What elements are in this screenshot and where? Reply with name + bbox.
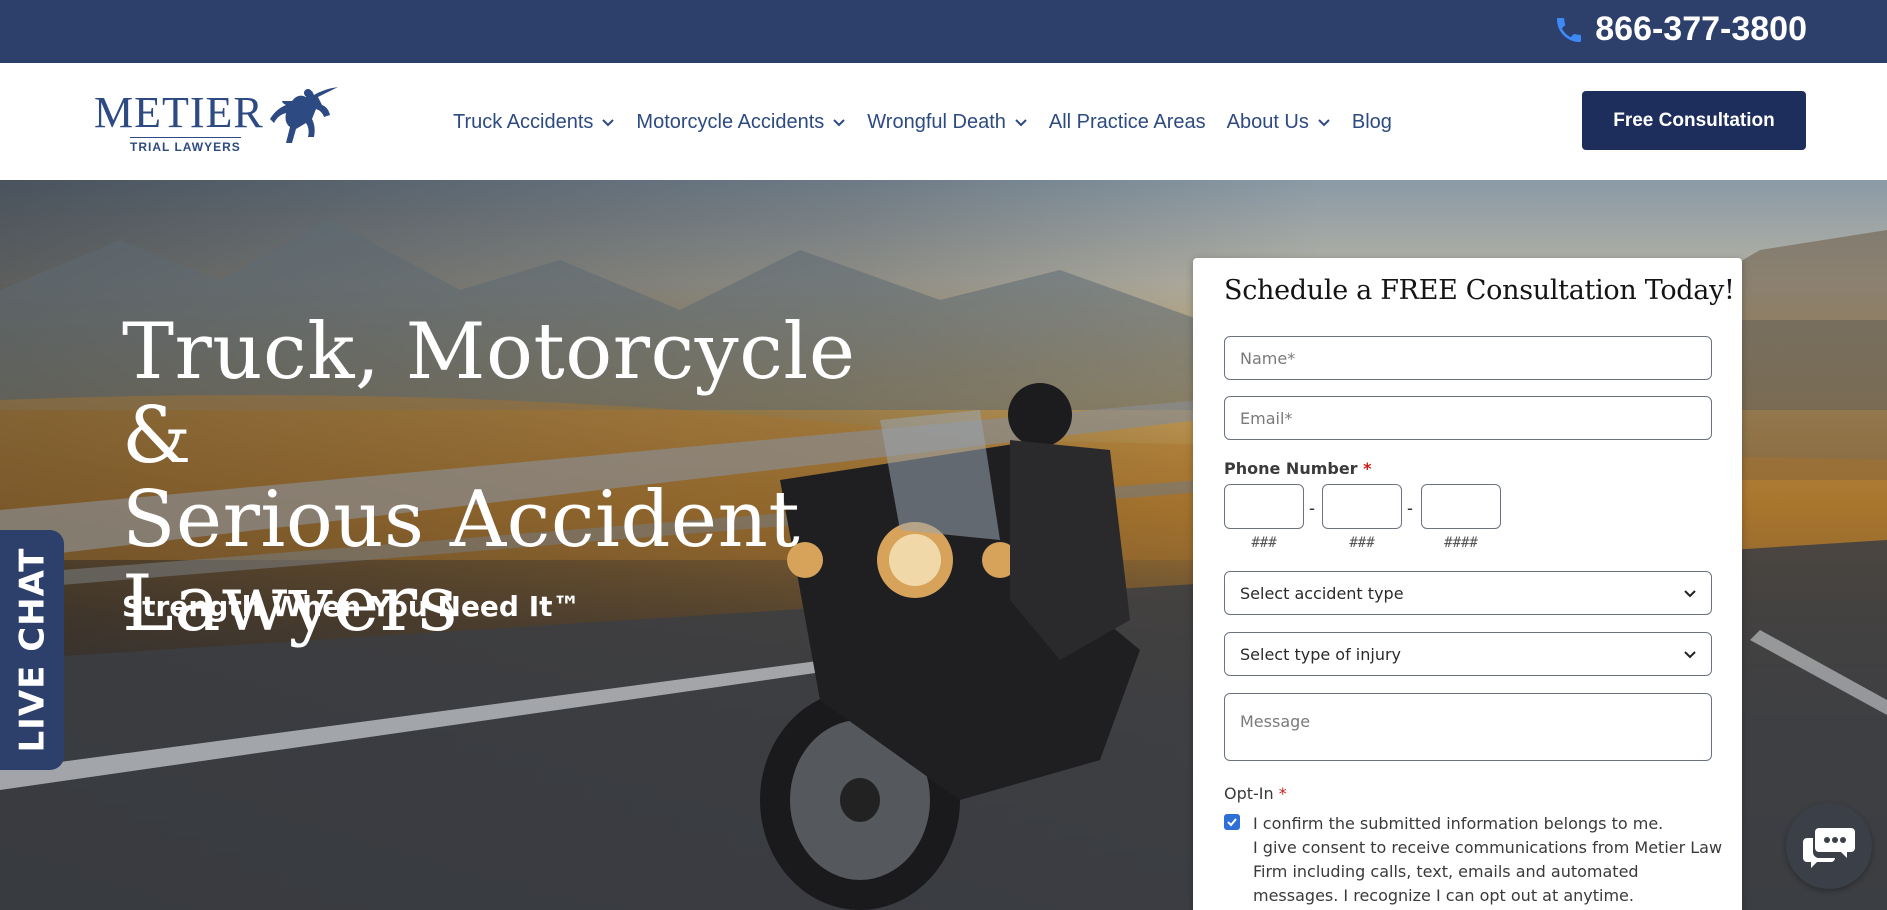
site-logo[interactable]: METIER TRIAL LAWYERS xyxy=(94,81,340,163)
phone-label: Phone Number * xyxy=(1224,459,1372,478)
message-field[interactable]: Message xyxy=(1224,693,1712,761)
nav-item-blog[interactable]: Blog xyxy=(1352,107,1392,137)
name-field[interactable]: Name* xyxy=(1224,336,1712,380)
injury-type-select[interactable]: Select type of injury xyxy=(1224,632,1712,676)
nav-item-motorcycle-accidents[interactable]: Motorcycle Accidents xyxy=(636,107,846,137)
chevron-down-icon xyxy=(602,119,615,127)
email-field[interactable]: Email* xyxy=(1224,396,1712,440)
consultation-form: Schedule a FREE Consultation Today! Name… xyxy=(1193,258,1742,910)
message-placeholder: Message xyxy=(1240,712,1311,731)
nav-item-truck-accidents[interactable]: Truck Accidents xyxy=(453,107,615,137)
free-consultation-button[interactable]: Free Consultation xyxy=(1582,91,1806,150)
hero-title-line: Serious Accident xyxy=(122,475,801,565)
chat-widget-button[interactable] xyxy=(1786,803,1872,889)
email-placeholder: Email* xyxy=(1240,408,1293,428)
optin-label-text: Opt-In xyxy=(1224,784,1274,803)
nav-item-about-us[interactable]: About Us xyxy=(1227,107,1331,137)
nav-label: About Us xyxy=(1226,110,1309,133)
phone-icon xyxy=(1557,17,1582,42)
chevron-down-icon xyxy=(1684,590,1696,598)
nav-label: Truck Accidents xyxy=(453,110,594,133)
consent-text: I confirm the submitted information belo… xyxy=(1253,812,1723,908)
nav-label: Wrongful Death xyxy=(867,110,1006,133)
phone-area-code-input[interactable] xyxy=(1224,484,1304,529)
phone-hint: #### xyxy=(1444,535,1478,551)
live-chat-label: LIVE CHAT xyxy=(12,547,52,753)
accident-type-select[interactable]: Select accident type xyxy=(1224,571,1712,615)
phone-line-input[interactable] xyxy=(1421,484,1501,529)
logo-tagline: TRIAL LAWYERS xyxy=(130,137,241,154)
phone-link[interactable]: 866-377-3800 xyxy=(1553,10,1807,49)
accident-type-value: Select accident type xyxy=(1240,583,1404,603)
chevron-down-icon xyxy=(1015,119,1027,127)
phone-prefix-input[interactable] xyxy=(1322,484,1402,529)
checkmark-icon xyxy=(1227,818,1237,827)
optin-label: Opt-In * xyxy=(1224,784,1287,803)
nav-label: All Practice Areas xyxy=(1048,110,1206,133)
required-mark: * xyxy=(1363,459,1372,478)
name-placeholder: Name* xyxy=(1240,348,1296,368)
chevron-down-icon xyxy=(1318,119,1330,127)
phone-separator: - xyxy=(1309,498,1315,518)
live-chat-tab[interactable]: LIVE CHAT xyxy=(0,530,64,770)
horse-rider-icon xyxy=(270,87,338,143)
phone-number: 866-377-3800 xyxy=(1595,10,1807,48)
nav-label: Motorcycle Accidents xyxy=(636,110,825,133)
injury-type-value: Select type of injury xyxy=(1240,644,1401,664)
required-mark: * xyxy=(1278,784,1287,803)
hero-title-line: Truck, Motorcycle & xyxy=(122,307,856,481)
phone-separator: - xyxy=(1407,498,1413,518)
consent-line: I confirm the submitted information belo… xyxy=(1253,814,1664,833)
nav-item-wrongful-death[interactable]: Wrongful Death xyxy=(867,107,1028,137)
hero-subtitle: Strength When You Need It™ xyxy=(122,590,581,623)
chat-icon xyxy=(1803,828,1855,868)
nav-item-all-practice-areas[interactable]: All Practice Areas xyxy=(1049,107,1206,137)
main-nav: Truck Accidents Motorcycle Accidents Wro… xyxy=(453,107,1413,137)
top-bar: 866-377-3800 xyxy=(0,0,1887,63)
consent-line: I give consent to receive communications… xyxy=(1253,838,1723,905)
nav-label: Blog xyxy=(1351,110,1392,133)
logo-wordmark: METIER xyxy=(94,88,264,137)
chevron-down-icon xyxy=(1684,651,1696,659)
optin-checkbox[interactable] xyxy=(1224,814,1240,830)
site-header: METIER TRIAL LAWYERS Truck Accidents Mot… xyxy=(0,63,1887,180)
chevron-down-icon xyxy=(833,119,845,127)
phone-label-text: Phone Number xyxy=(1224,459,1358,478)
form-title: Schedule a FREE Consultation Today! xyxy=(1224,275,1735,306)
phone-hint: ### xyxy=(1251,535,1277,551)
phone-hint: ### xyxy=(1349,535,1375,551)
